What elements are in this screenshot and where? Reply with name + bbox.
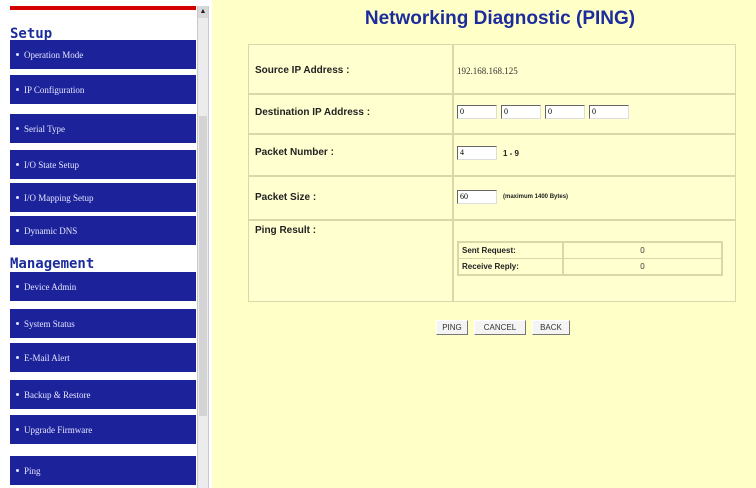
- nav-ping[interactable]: Ping: [10, 456, 196, 485]
- nav-upgrade-firmware[interactable]: Upgrade Firmware: [10, 415, 196, 444]
- sidebar: ▲ Setup Operation Mode IP Configuration …: [0, 0, 212, 488]
- sidebar-scrollbar[interactable]: ▲: [197, 6, 209, 488]
- ping-form: Source IP Address : 192.168.168.125 Dest…: [248, 44, 736, 302]
- sent-request-label: Sent Request:: [459, 243, 564, 258]
- receive-reply-label: Receive Reply:: [459, 259, 564, 274]
- nav-operation-mode[interactable]: Operation Mode: [10, 40, 196, 69]
- nav-serial-type[interactable]: Serial Type: [10, 114, 196, 143]
- source-ip-value: 192.168.168.125: [457, 66, 518, 76]
- nav-io-state-setup[interactable]: I/O State Setup: [10, 150, 196, 179]
- bullet-icon: [16, 428, 19, 431]
- bullet-icon: [16, 196, 19, 199]
- nav-ip-configuration[interactable]: IP Configuration: [10, 75, 196, 104]
- sent-request-value: 0: [640, 246, 645, 255]
- management-heading: Management: [10, 256, 95, 272]
- nav-label: Device Admin: [24, 281, 77, 292]
- nav-label: I/O State Setup: [24, 159, 79, 170]
- source-ip-row: Source IP Address : 192.168.168.125: [249, 45, 735, 95]
- ping-button[interactable]: PING: [436, 320, 468, 335]
- back-button[interactable]: BACK: [532, 320, 570, 335]
- packet-number-input[interactable]: 4: [457, 146, 497, 160]
- packet-size-input[interactable]: 60: [457, 190, 497, 204]
- bullet-icon: [16, 356, 19, 359]
- nav-dynamic-dns[interactable]: Dynamic DNS: [10, 216, 196, 245]
- sidebar-top-bar: [10, 6, 196, 10]
- nav-label: Serial Type: [24, 123, 65, 134]
- cancel-button[interactable]: CANCEL: [474, 320, 526, 335]
- bullet-icon: [16, 53, 19, 56]
- nav-backup-restore[interactable]: Backup & Restore: [10, 380, 196, 409]
- bullet-icon: [16, 88, 19, 91]
- nav-io-mapping-setup[interactable]: I/O Mapping Setup: [10, 183, 196, 212]
- nav-label: Backup & Restore: [24, 389, 91, 400]
- packet-number-label: Packet Number :: [255, 147, 334, 158]
- ping-result-table: Sent Request: 0 Receive Reply: 0: [457, 241, 723, 276]
- destination-ip-octet-4[interactable]: 0: [589, 105, 629, 119]
- scroll-up-arrow-icon[interactable]: ▲: [198, 6, 208, 18]
- ping-result-label: Ping Result :: [255, 225, 317, 236]
- nav-label: Ping: [24, 465, 41, 476]
- bullet-icon: [16, 127, 19, 130]
- nav-label: Upgrade Firmware: [24, 424, 93, 435]
- bullet-icon: [16, 163, 19, 166]
- nav-label: I/O Mapping Setup: [24, 192, 94, 203]
- packet-size-max-note: (maximum 1400 Bytes): [503, 194, 569, 200]
- destination-ip-label: Destination IP Address :: [255, 107, 371, 118]
- nav-email-alert[interactable]: E-Mail Alert: [10, 343, 196, 372]
- destination-ip-octet-1[interactable]: 0: [457, 105, 497, 119]
- bullet-icon: [16, 285, 19, 288]
- destination-ip-octet-3[interactable]: 0: [545, 105, 585, 119]
- sent-request-row: Sent Request: 0: [459, 243, 721, 259]
- packet-size-row: Packet Size : 60 (maximum 1400 Bytes): [249, 175, 735, 221]
- receive-reply-value: 0: [640, 262, 645, 271]
- nav-system-status[interactable]: System Status: [10, 309, 196, 338]
- destination-ip-octet-2[interactable]: 0: [501, 105, 541, 119]
- nav-label: Dynamic DNS: [24, 225, 78, 236]
- receive-reply-row: Receive Reply: 0: [459, 259, 721, 274]
- nav-label: Operation Mode: [24, 49, 84, 60]
- packet-number-row: Packet Number : 4 1 - 9: [249, 133, 735, 177]
- bullet-icon: [16, 229, 19, 232]
- scrollbar-thumb[interactable]: [199, 116, 207, 416]
- destination-ip-row: Destination IP Address : 0 0 0 0: [249, 93, 735, 135]
- bullet-icon: [16, 322, 19, 325]
- packet-size-label: Packet Size :: [255, 192, 317, 203]
- source-ip-label: Source IP Address :: [255, 65, 350, 76]
- nav-label: IP Configuration: [24, 84, 85, 95]
- page-title: Networking Diagnostic (PING): [364, 8, 636, 29]
- nav-label: System Status: [24, 318, 75, 329]
- packet-number-range: 1 - 9: [503, 149, 520, 158]
- nav-device-admin[interactable]: Device Admin: [10, 272, 196, 301]
- bullet-icon: [16, 469, 19, 472]
- bullet-icon: [16, 393, 19, 396]
- nav-label: E-Mail Alert: [24, 352, 70, 363]
